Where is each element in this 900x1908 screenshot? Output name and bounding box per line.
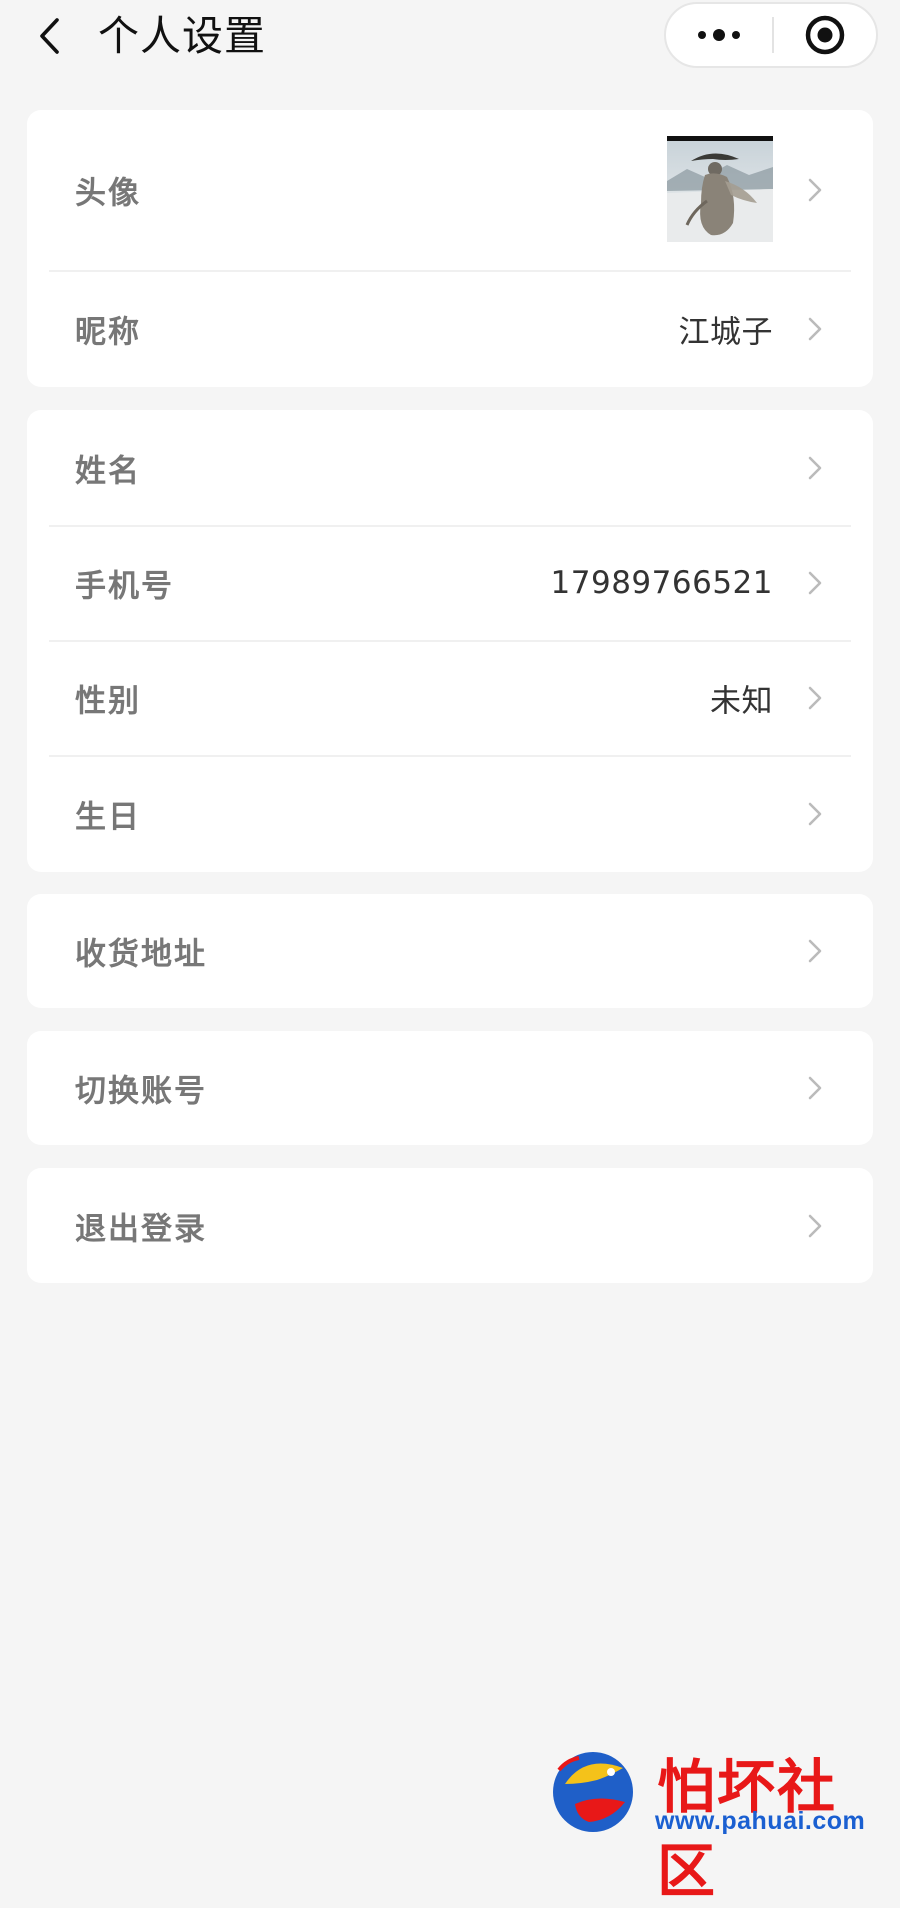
- avatar-image: [667, 141, 773, 242]
- watermark: 怕坏社区 www.pahuai.com: [545, 1740, 895, 1905]
- gender-value: 未知: [710, 683, 773, 719]
- more-dots-icon: [698, 29, 740, 41]
- address-card: 收货地址: [27, 894, 873, 1008]
- chevron-right-icon: [808, 317, 822, 340]
- gender-row[interactable]: 性别 未知: [27, 640, 873, 755]
- name-label: 姓名: [75, 453, 141, 489]
- chevron-right-icon: [808, 1214, 822, 1237]
- address-row[interactable]: 收货地址: [27, 894, 873, 1008]
- target-circle-icon: [805, 15, 845, 55]
- page-title: 个人设置: [98, 12, 266, 60]
- phone-label: 手机号: [75, 568, 174, 604]
- phone-value: 17989766521: [550, 564, 773, 601]
- personal-info-card: 姓名 手机号 17989766521 性别 未知 生日: [27, 410, 873, 872]
- phone-row[interactable]: 手机号 17989766521: [27, 525, 873, 640]
- switch-account-row[interactable]: 切换账号: [27, 1031, 873, 1145]
- name-row[interactable]: 姓名: [27, 410, 873, 525]
- switch-account-label: 切换账号: [75, 1073, 207, 1110]
- gender-label: 性别: [75, 683, 141, 719]
- address-label: 收货地址: [75, 936, 207, 973]
- birthday-label: 生日: [75, 799, 141, 835]
- chevron-right-icon: [808, 456, 822, 479]
- avatar-label: 头像: [75, 175, 141, 212]
- back-button[interactable]: [30, 14, 70, 58]
- watermark-url: www.pahuai.com: [655, 1807, 866, 1835]
- logout-row[interactable]: 退出登录: [27, 1168, 873, 1283]
- profile-card: 头像 昵称 江城子: [27, 110, 873, 387]
- nickname-value: 江城子: [678, 314, 773, 350]
- mini-program-capsule: [664, 2, 878, 68]
- avatar-row[interactable]: 头像: [27, 110, 873, 270]
- close-button[interactable]: [774, 4, 876, 66]
- watermark-logo-icon: [553, 1752, 633, 1832]
- nickname-row[interactable]: 昵称 江城子: [27, 270, 873, 387]
- nav-bar: 个人设置: [0, 0, 900, 88]
- chevron-right-icon: [808, 686, 822, 709]
- chevron-right-icon: [808, 178, 822, 202]
- nickname-label: 昵称: [75, 314, 141, 350]
- birthday-row[interactable]: 生日: [27, 755, 873, 872]
- chevron-right-icon: [808, 571, 822, 594]
- logout-label: 退出登录: [75, 1211, 207, 1247]
- switch-account-card: 切换账号: [27, 1031, 873, 1145]
- logout-card: 退出登录: [27, 1168, 873, 1283]
- chevron-right-icon: [808, 802, 822, 825]
- chevron-right-icon: [808, 939, 822, 963]
- chevron-right-icon: [808, 1076, 822, 1100]
- chevron-left-icon: [40, 18, 59, 54]
- avatar[interactable]: [667, 136, 773, 242]
- more-button[interactable]: [666, 4, 772, 66]
